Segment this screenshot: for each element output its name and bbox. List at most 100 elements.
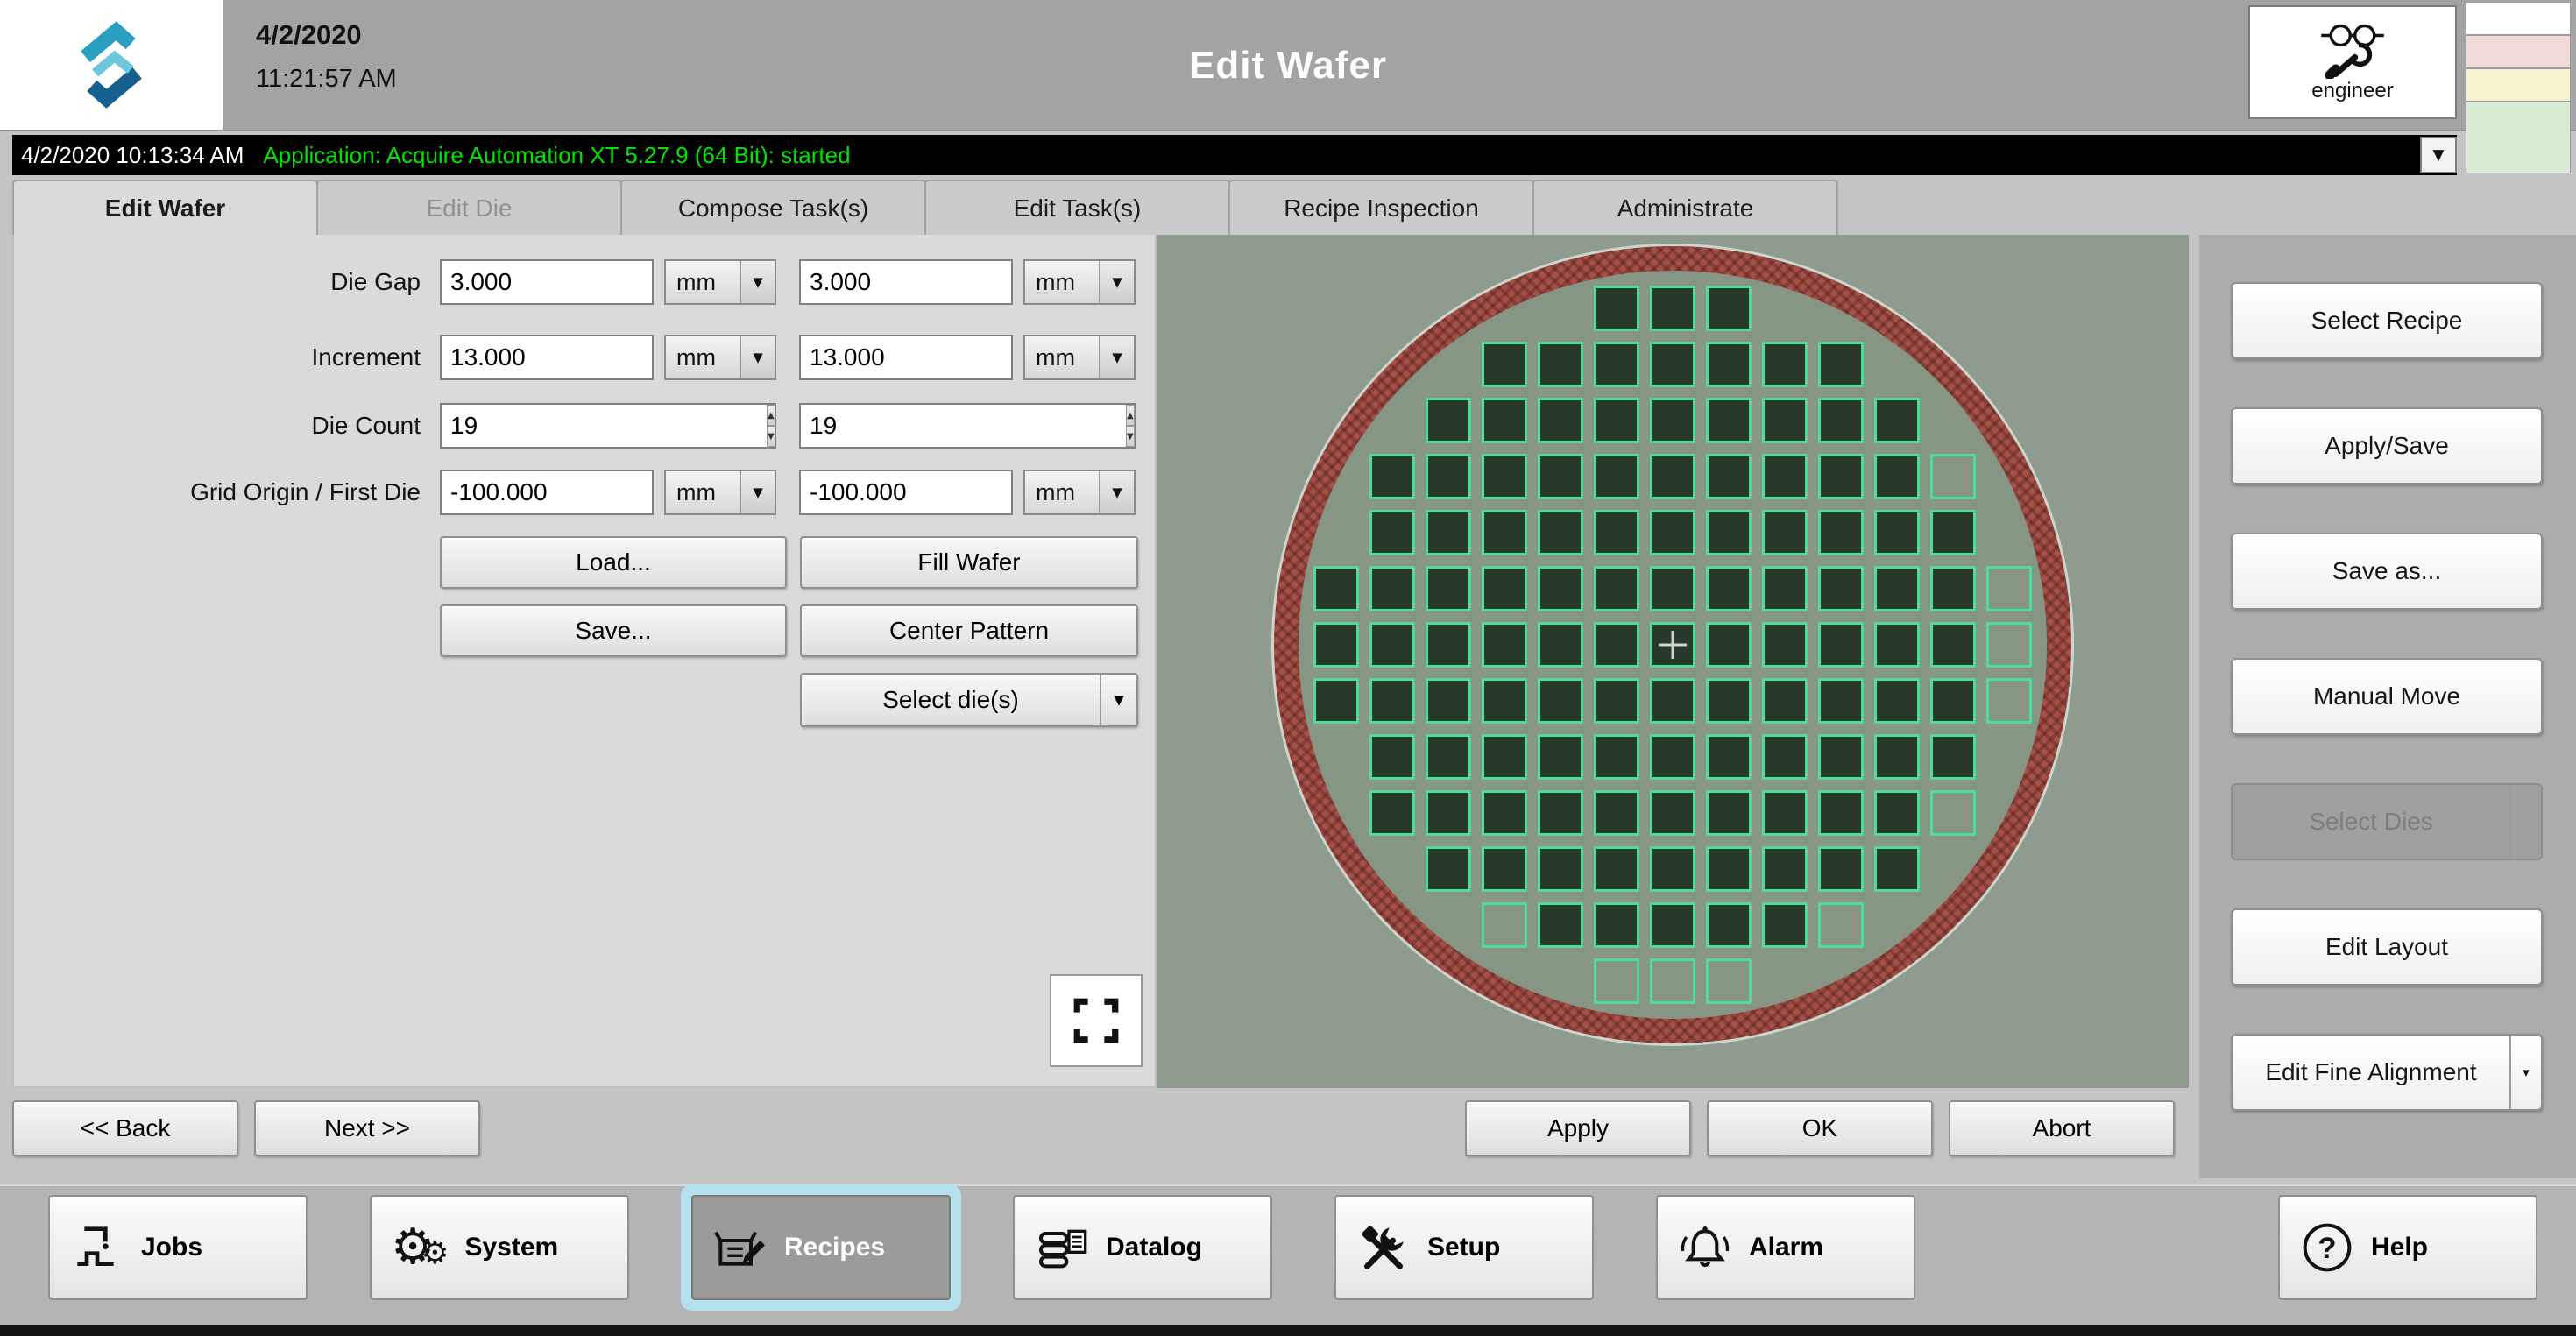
die[interactable] <box>1650 678 1695 724</box>
die[interactable] <box>1650 734 1695 780</box>
die[interactable] <box>1818 342 1864 387</box>
tab-edit-die[interactable]: Edit Die <box>316 180 622 235</box>
die[interactable] <box>1482 510 1527 555</box>
die[interactable] <box>1706 622 1752 668</box>
die[interactable] <box>1874 734 1920 780</box>
die[interactable] <box>1426 846 1471 892</box>
die[interactable] <box>1650 454 1695 499</box>
chevron-down-icon[interactable]: ▼ <box>1099 261 1134 303</box>
die[interactable] <box>1762 342 1808 387</box>
die[interactable] <box>1482 846 1527 892</box>
die[interactable] <box>1369 734 1415 780</box>
die[interactable] <box>1594 286 1639 331</box>
die[interactable] <box>1706 454 1752 499</box>
die[interactable] <box>1762 902 1808 948</box>
die[interactable] <box>1874 790 1920 836</box>
die[interactable] <box>1482 734 1527 780</box>
die[interactable] <box>1482 398 1527 443</box>
die[interactable] <box>1369 510 1415 555</box>
die[interactable] <box>1482 902 1527 948</box>
taskbar-recipes-button[interactable]: Recipes <box>691 1195 951 1300</box>
die-count-x-spinner[interactable]: ▲ ▼ <box>440 403 776 449</box>
fullscreen-button[interactable] <box>1050 974 1143 1067</box>
die-count-y-input[interactable] <box>801 405 1126 447</box>
increment-y-input[interactable] <box>799 335 1013 380</box>
die[interactable] <box>1594 454 1639 499</box>
die[interactable] <box>1874 622 1920 668</box>
die[interactable] <box>1426 398 1471 443</box>
taskbar-system-button[interactable]: ⚙⚙ System <box>370 1195 629 1300</box>
die[interactable] <box>1538 510 1583 555</box>
die[interactable] <box>1762 510 1808 555</box>
taskbar-datalog-button[interactable]: Datalog <box>1013 1195 1272 1300</box>
die[interactable] <box>1369 566 1415 611</box>
die[interactable] <box>1594 678 1639 724</box>
die[interactable] <box>1313 678 1359 724</box>
die-grid[interactable] <box>1274 246 2071 1043</box>
die[interactable] <box>1706 510 1752 555</box>
status-dropdown-button[interactable]: ▼ <box>2420 137 2457 173</box>
save-button[interactable]: Save... <box>440 604 787 657</box>
die[interactable] <box>1650 846 1695 892</box>
die[interactable] <box>1650 958 1695 1004</box>
edit-layout-button[interactable]: Edit Layout <box>2231 908 2543 986</box>
apply-save-button[interactable]: Apply/Save <box>2231 407 2543 484</box>
die[interactable] <box>1762 398 1808 443</box>
die[interactable] <box>1706 342 1752 387</box>
status-log-bar[interactable]: 4/2/2020 10:13:34 AM Application: Acquir… <box>12 135 2457 175</box>
edit-fine-alignment-button[interactable]: Edit Fine Alignment ▾ <box>2231 1034 2543 1111</box>
die[interactable] <box>1594 622 1639 668</box>
next-button[interactable]: Next >> <box>254 1100 480 1156</box>
die-count-x-input[interactable] <box>442 405 767 447</box>
die[interactable] <box>1650 510 1695 555</box>
die[interactable] <box>1930 734 1976 780</box>
die[interactable] <box>1706 958 1752 1004</box>
die-gap-y-input[interactable] <box>799 259 1013 305</box>
die[interactable] <box>1482 790 1527 836</box>
tab-administrate[interactable]: Administrate <box>1532 180 1838 235</box>
die[interactable] <box>1482 342 1527 387</box>
die[interactable] <box>1482 678 1527 724</box>
die[interactable] <box>1706 734 1752 780</box>
die[interactable] <box>1874 510 1920 555</box>
die[interactable] <box>1538 398 1583 443</box>
die[interactable] <box>1762 678 1808 724</box>
user-button[interactable]: engineer <box>2248 5 2457 119</box>
grid-origin-y-unit-select[interactable]: mm ▼ <box>1023 470 1136 515</box>
die[interactable] <box>1538 678 1583 724</box>
die[interactable] <box>1650 342 1695 387</box>
die[interactable] <box>1706 846 1752 892</box>
die[interactable] <box>1426 678 1471 724</box>
die[interactable] <box>1313 622 1359 668</box>
increment-y-unit-select[interactable]: mm ▼ <box>1023 335 1136 380</box>
grid-origin-x-unit-select[interactable]: mm ▼ <box>664 470 776 515</box>
spin-up-icon[interactable]: ▲ <box>767 405 775 426</box>
die-gap-x-unit-select[interactable]: mm ▼ <box>664 259 776 305</box>
die[interactable] <box>1594 846 1639 892</box>
die[interactable] <box>1650 566 1695 611</box>
die[interactable] <box>1426 622 1471 668</box>
die[interactable] <box>1706 790 1752 836</box>
die[interactable] <box>1930 622 1976 668</box>
die[interactable] <box>1369 678 1415 724</box>
spin-up-icon[interactable]: ▲ <box>1126 405 1135 426</box>
die[interactable] <box>1594 566 1639 611</box>
die[interactable] <box>1538 622 1583 668</box>
abort-button[interactable]: Abort <box>1949 1100 2175 1156</box>
die[interactable] <box>1538 790 1583 836</box>
die[interactable] <box>1594 958 1639 1004</box>
die[interactable] <box>1650 286 1695 331</box>
die[interactable] <box>1818 678 1864 724</box>
die[interactable] <box>1594 510 1639 555</box>
die[interactable] <box>1369 790 1415 836</box>
die[interactable] <box>1818 902 1864 948</box>
die[interactable] <box>1818 846 1864 892</box>
die[interactable] <box>1594 342 1639 387</box>
spin-down-icon[interactable]: ▼ <box>1126 426 1135 447</box>
chevron-down-icon[interactable]: ▼ <box>1099 471 1134 513</box>
grid-origin-y-input[interactable] <box>799 470 1013 515</box>
die[interactable] <box>1762 790 1808 836</box>
die[interactable] <box>1426 790 1471 836</box>
die[interactable] <box>1874 678 1920 724</box>
tab-edit-wafer[interactable]: Edit Wafer <box>12 180 318 235</box>
